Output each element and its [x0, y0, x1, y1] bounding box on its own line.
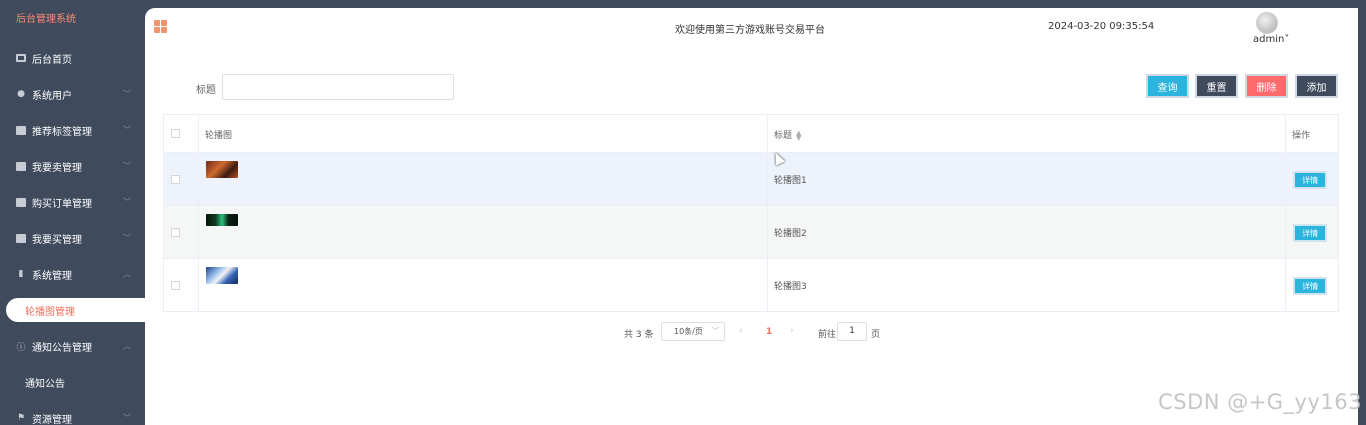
row-title: 轮播图1: [773, 176, 807, 186]
carousel-thumbnail: [205, 214, 238, 226]
chevron-up-icon: ︿: [123, 341, 131, 351]
sidebar-item-label: 系统用户: [32, 90, 72, 102]
avatar[interactable]: [1256, 12, 1278, 34]
query-button[interactable]: 查询: [1146, 74, 1189, 98]
prev-page-icon[interactable]: ‹: [739, 326, 743, 336]
username: admin: [1253, 34, 1285, 45]
chevron-up-icon: ︿: [123, 269, 131, 279]
box-icon: [16, 161, 26, 171]
box-icon: [16, 125, 26, 135]
table-row: 轮播图1 详情: [164, 153, 1338, 206]
flag-icon: ⚑: [16, 413, 26, 423]
title-search-input[interactable]: [222, 74, 454, 100]
bar-chart-icon: ▮: [18, 269, 24, 279]
sidebar-item-notice[interactable]: 通知公告: [0, 364, 145, 400]
page-number[interactable]: 1: [766, 327, 772, 337]
user-menu[interactable]: admin˅: [1253, 34, 1289, 45]
detail-button[interactable]: 详情: [1293, 171, 1328, 189]
pagination: 共 3 条 10条/页 ﹀ ‹ 1 › 前往 1 页: [624, 322, 944, 342]
column-header-image: 轮播图: [204, 131, 232, 141]
sidebar: 后台管理系统 后台首页 ● 系统用户 ﹀ 推荐标签管理 ﹀ 我要卖管理 ﹀ 购买…: [0, 0, 145, 425]
select-all-checkbox[interactable]: [171, 129, 180, 138]
sidebar-item-label: 购买订单管理: [32, 198, 92, 210]
sidebar-item-sell[interactable]: 我要卖管理 ﹀: [0, 148, 145, 184]
goto-label: 前往: [818, 330, 837, 340]
monitor-icon: [16, 53, 26, 63]
sidebar-item-label: 资源管理: [32, 414, 72, 425]
sidebar-item-buy[interactable]: 我要买管理 ﹀: [0, 220, 145, 256]
table-row: 轮播图3 详情: [164, 259, 1338, 311]
sidebar-item-label: 通知公告管理: [32, 342, 92, 354]
column-header-actions: 操作: [1292, 131, 1311, 141]
chevron-down-icon: ﹀: [123, 413, 131, 423]
row-title: 轮播图2: [773, 229, 807, 239]
box-icon: [16, 233, 26, 243]
sidebar-item-orders[interactable]: 购买订单管理 ﹀: [0, 184, 145, 220]
reset-button[interactable]: 重置: [1195, 74, 1238, 98]
detail-button[interactable]: 详情: [1293, 224, 1328, 242]
carousel-thumbnail: [205, 267, 238, 284]
chevron-down-icon: ﹀: [123, 161, 131, 171]
sidebar-item-label: 我要卖管理: [32, 162, 82, 174]
search-bar: 标题 查询 重置 删除 添加: [145, 74, 1358, 102]
sidebar-item-system-users[interactable]: ● 系统用户 ﹀: [0, 76, 145, 112]
table-header: 轮播图 标题 ▲ ▼ 操作: [164, 115, 1338, 153]
column-header-title[interactable]: 标题 ▲ ▼: [774, 128, 801, 141]
chevron-down-icon: ﹀: [712, 327, 719, 335]
sidebar-item-label: 我要买管理: [32, 234, 82, 246]
add-button[interactable]: 添加: [1295, 74, 1338, 98]
main-panel: 欢迎使用第三方游戏账号交易平台 2024-03-20 09:35:54 admi…: [145, 8, 1358, 425]
sidebar-item-resources[interactable]: ⚑ 资源管理 ﹀: [0, 400, 145, 425]
carousel-thumbnail: [205, 161, 238, 178]
sidebar-item-system[interactable]: ▮ 系统管理 ︿: [0, 256, 145, 292]
brand-title: 后台管理系统: [16, 14, 76, 25]
sidebar-item-notices[interactable]: ⓘ 通知公告管理 ︿: [0, 328, 145, 364]
row-checkbox[interactable]: [171, 281, 180, 290]
chevron-down-icon: ﹀: [123, 197, 131, 207]
sidebar-item-tags[interactable]: 推荐标签管理 ﹀: [0, 112, 145, 148]
page-size-select[interactable]: 10条/页 ﹀: [661, 322, 725, 341]
page-unit-label: 页: [871, 330, 881, 340]
row-checkbox[interactable]: [171, 228, 180, 237]
sidebar-item-label: 系统管理: [32, 270, 72, 282]
table-row: 轮播图2 详情: [164, 206, 1338, 259]
chevron-down-icon: ﹀: [123, 125, 131, 135]
row-checkbox[interactable]: [171, 175, 180, 184]
watermark: CSDN @+G_yy163: [1158, 390, 1362, 414]
chevron-down-icon: ﹀: [123, 89, 131, 99]
chevron-down-icon: ˅: [1284, 34, 1290, 45]
goto-page-input[interactable]: 1: [837, 322, 867, 341]
box-icon: [16, 197, 26, 207]
info-icon: ⓘ: [16, 342, 26, 353]
total-count: 共 3 条: [624, 330, 654, 340]
chevron-down-icon: ﹀: [123, 233, 131, 243]
sidebar-item-carousel[interactable]: 轮播图管理: [6, 298, 145, 322]
sidebar-item-label: 推荐标签管理: [32, 126, 92, 138]
welcome-text: 欢迎使用第三方游戏账号交易平台: [675, 25, 825, 36]
sidebar-item-home[interactable]: 后台首页: [0, 40, 145, 76]
sidebar-item-label: 后台首页: [32, 54, 72, 66]
delete-button[interactable]: 删除: [1245, 74, 1288, 98]
title-label: 标题: [196, 85, 216, 96]
grid-menu-icon[interactable]: [154, 20, 167, 33]
datetime: 2024-03-20 09:35:54: [1048, 21, 1155, 32]
detail-button[interactable]: 详情: [1293, 277, 1328, 295]
carousel-table: 轮播图 标题 ▲ ▼ 操作 轮播图1 详情 轮播图2 详情 轮播图3 详情: [163, 114, 1339, 312]
next-page-icon[interactable]: ›: [790, 326, 794, 336]
row-title: 轮播图3: [773, 282, 807, 292]
top-bar: 欢迎使用第三方游戏账号交易平台 2024-03-20 09:35:54 admi…: [145, 8, 1358, 48]
sort-icon[interactable]: ▲ ▼: [796, 129, 801, 141]
user-icon: ●: [17, 89, 25, 99]
